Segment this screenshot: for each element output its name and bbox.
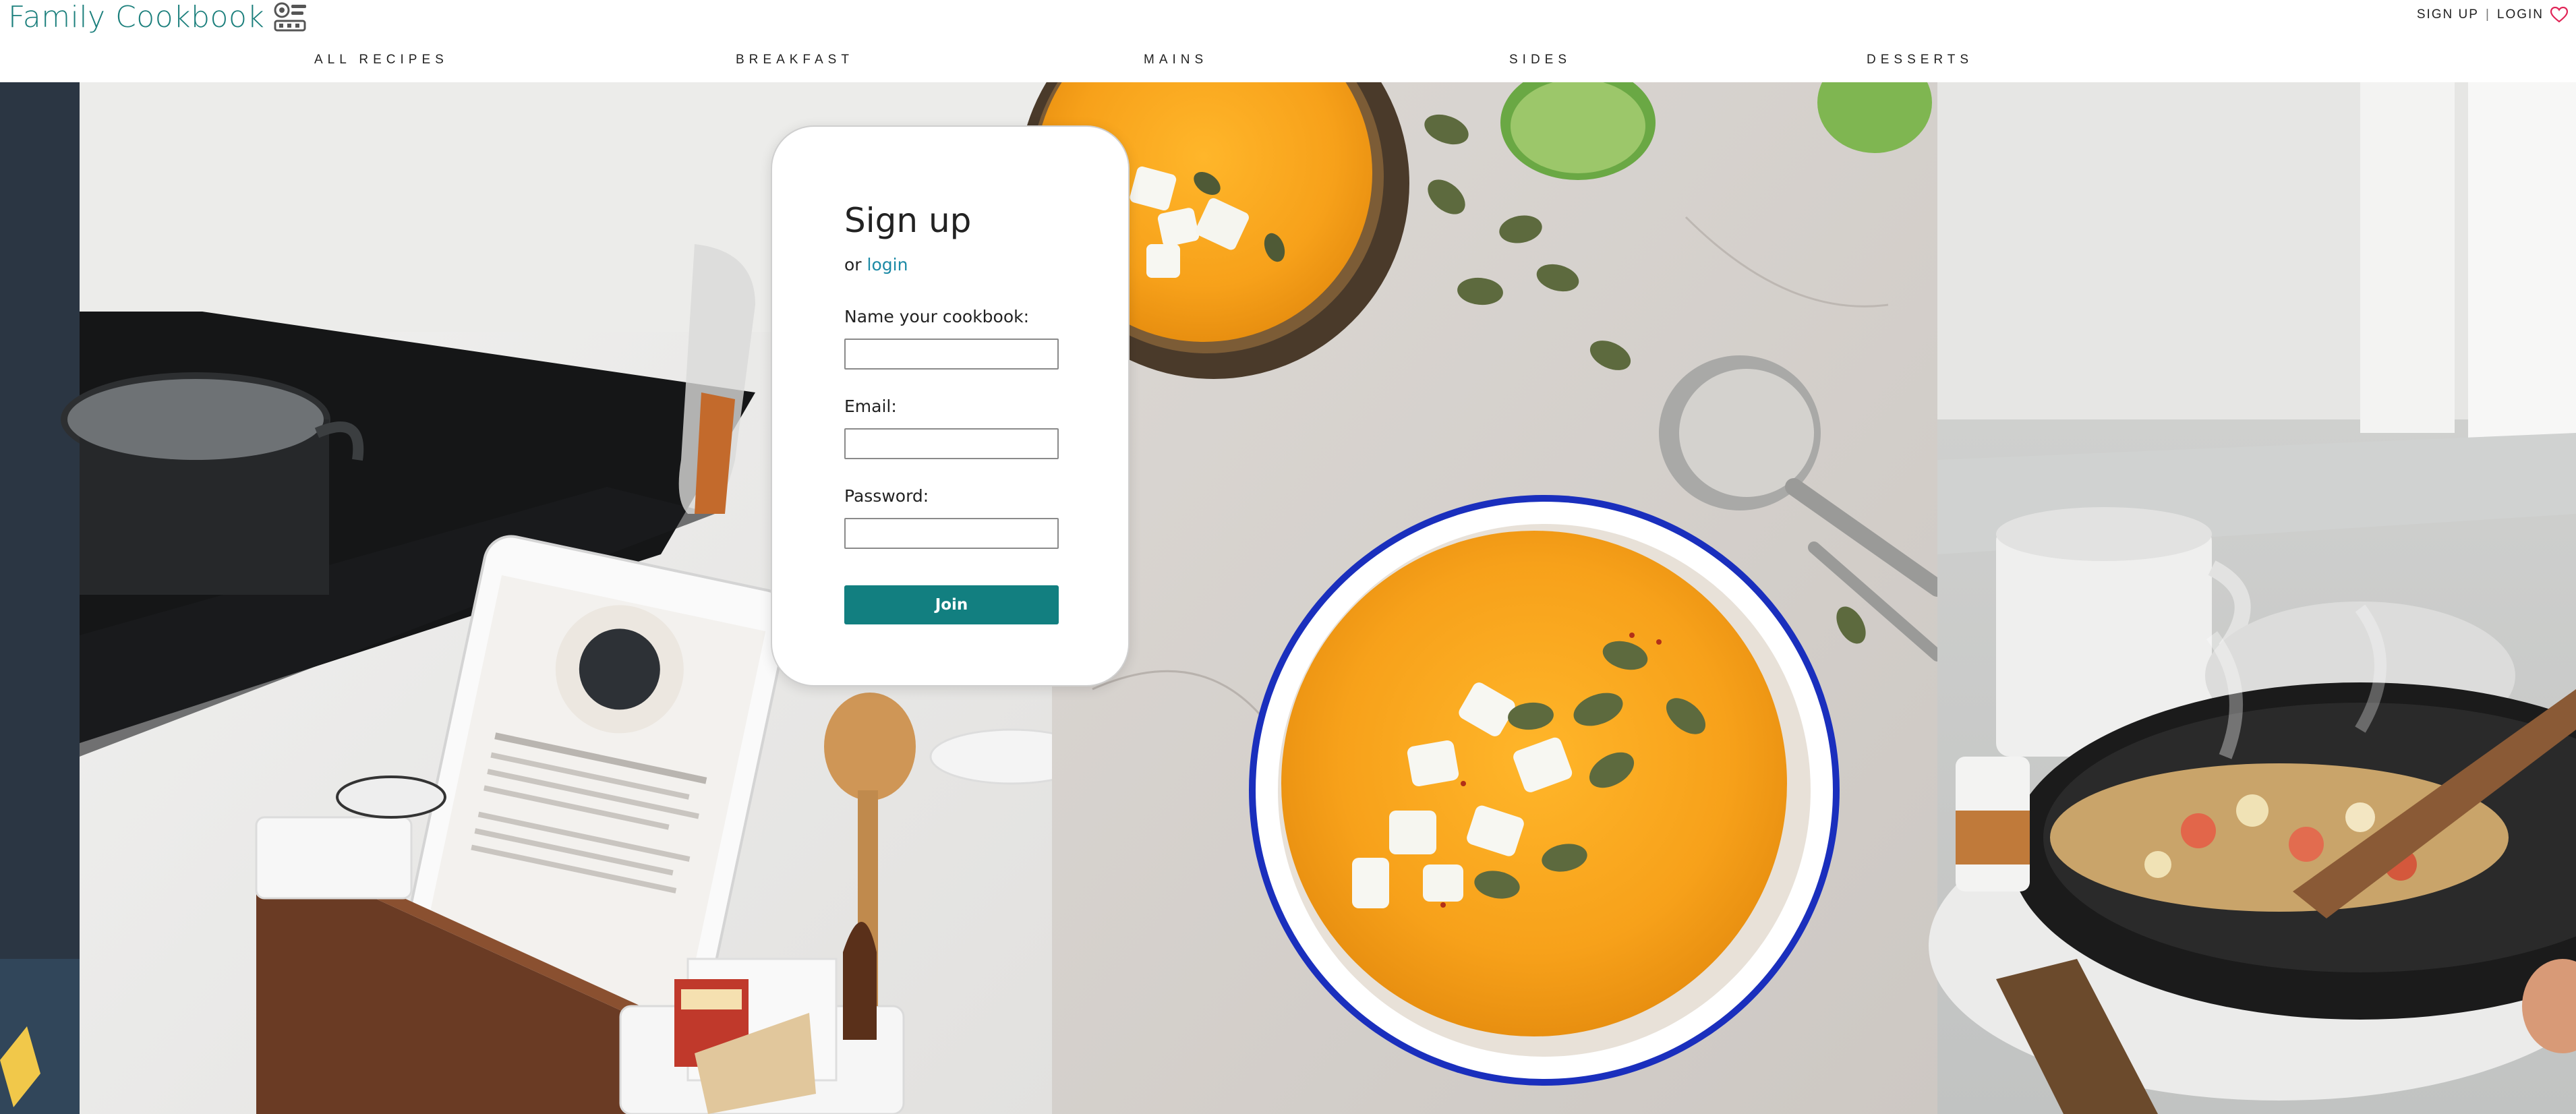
alt-login-link[interactable]: login [867,255,908,274]
nav-desserts[interactable]: DESSERTS [1867,53,1973,67]
login-link[interactable]: LOGIN [2497,7,2544,22]
cookbook-name-label: Name your cookbook: [844,307,1030,326]
stir-fry-pan-photo [1929,82,2576,1114]
password-input[interactable] [844,518,1059,549]
pumpkin-soup-bowls-photo [1018,82,1946,1114]
account-separator: | [2485,7,2490,22]
signup-title: Sign up [844,201,972,240]
main-nav: ALL RECIPES BREAKFAST MAINS SIDES DESSER… [0,53,2576,76]
email-input[interactable] [844,428,1059,459]
signup-form: Sign up or login Name your cookbook: Ema… [844,201,1060,624]
nav-mains[interactable]: MAINS [1144,53,1208,67]
left-edge-photo [0,82,80,1114]
top-bar: Family Cookbook SIGN UP | LOGIN ALL RECI… [0,0,2576,82]
hero-collage [0,82,2576,1114]
nav-sides[interactable]: SIDES [1509,53,1571,67]
nav-all-recipes[interactable]: ALL RECIPES [314,53,448,67]
email-label: Email: [844,397,897,416]
brand-name[interactable]: Family Cookbook [8,0,264,34]
signup-card: Sign up or login Name your cookbook: Ema… [771,125,1130,686]
heart-icon[interactable] [2550,7,2568,23]
brand-logo[interactable]: Family Cookbook [8,0,309,34]
account-links: SIGN UP | LOGIN [2417,7,2568,23]
alt-login-line: or login [844,255,1060,274]
alt-login-prefix: or [844,255,862,274]
join-button[interactable]: Join [844,585,1059,624]
chef-hat-icon [274,2,307,32]
signup-link[interactable]: SIGN UP [2417,7,2479,22]
password-label: Password: [844,486,929,506]
cookbook-name-input[interactable] [844,339,1059,370]
nav-breakfast[interactable]: BREAKFAST [736,53,854,67]
